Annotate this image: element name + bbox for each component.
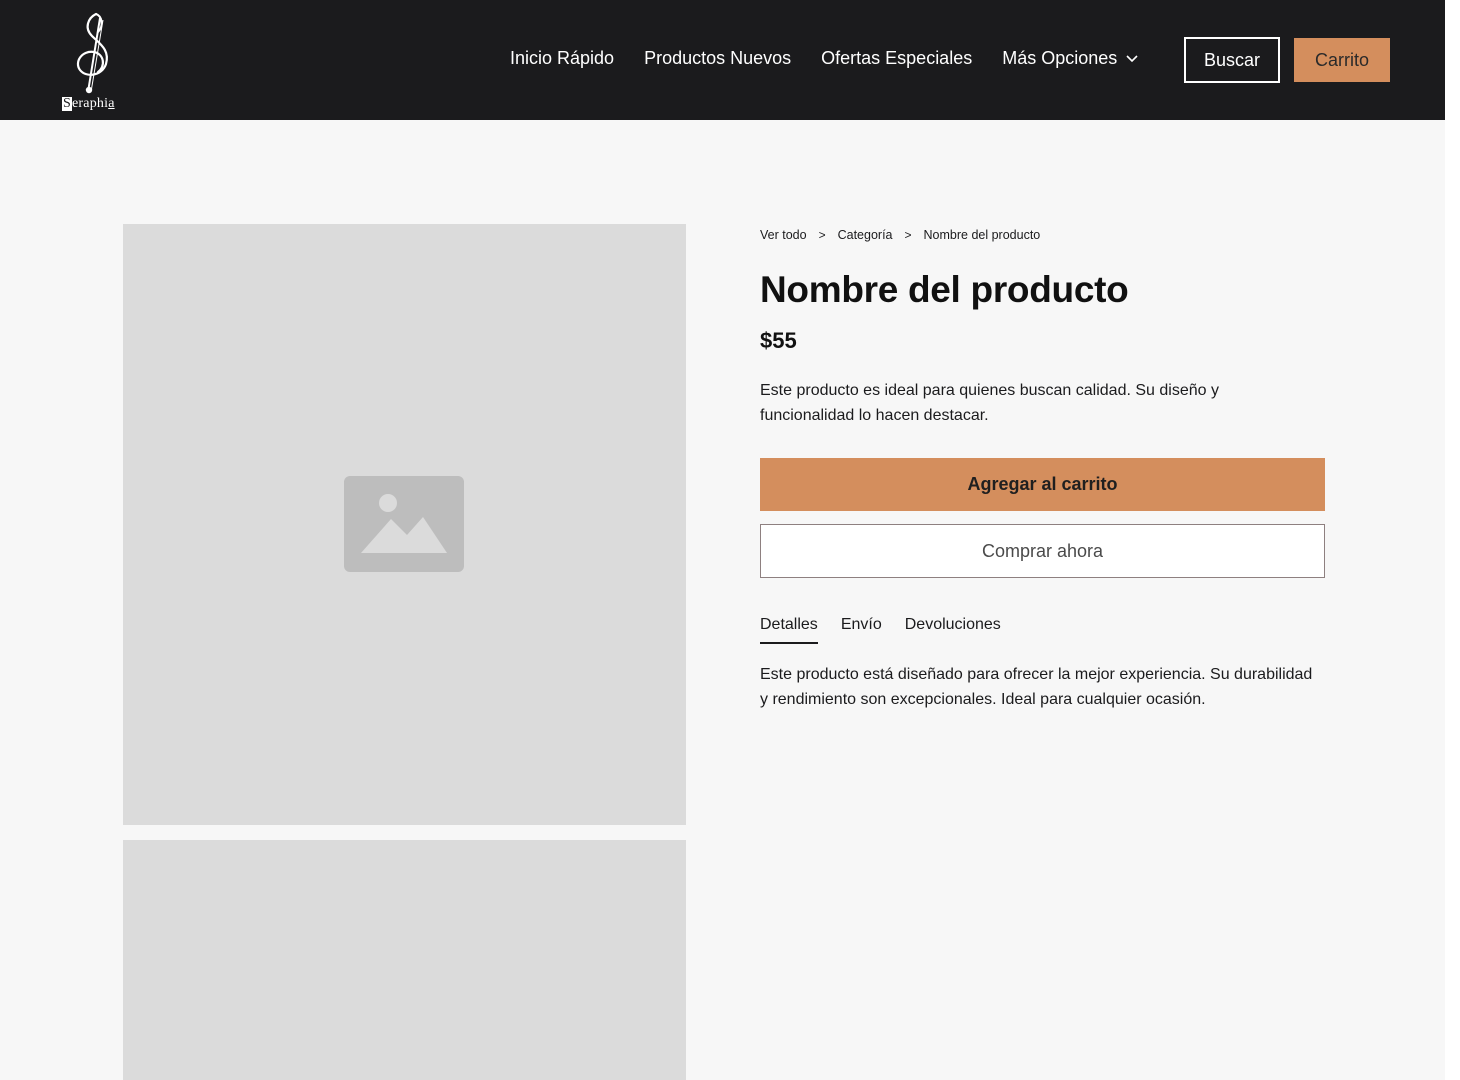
tab-detalles[interactable]: Detalles [760, 616, 818, 644]
product-title: Nombre del producto [760, 269, 1129, 310]
chevron-down-icon [1126, 54, 1138, 62]
tab-devoluciones[interactable]: Devoluciones [905, 616, 1001, 642]
top-navigation-bar: Seraphia Inicio Rápido Productos Nuevos … [0, 0, 1445, 120]
nav-more-label: Más Opciones [1002, 48, 1118, 68]
nav-more-options-dropdown[interactable]: Más Opciones [1002, 48, 1138, 69]
brand-logo[interactable]: Seraphia [58, 12, 132, 111]
add-to-cart-button[interactable]: Agregar al carrito [760, 458, 1325, 511]
breadcrumb-separator-icon: > [904, 228, 912, 242]
breadcrumb-categoria[interactable]: Categoría [838, 228, 893, 242]
image-placeholder-icon [344, 476, 464, 572]
page: Seraphia Inicio Rápido Productos Nuevos … [0, 0, 1445, 1080]
nav-link-productos-nuevos[interactable]: Productos Nuevos [644, 48, 791, 69]
search-button[interactable]: Buscar [1184, 37, 1280, 83]
brand-wordmark: Seraphia [62, 96, 115, 111]
product-info: Ver todo > Categoría > Nombre del produc… [760, 226, 1325, 712]
tab-panel-content: Este producto está diseñado para ofrecer… [760, 666, 1313, 708]
buy-now-button[interactable]: Comprar ahora [760, 524, 1325, 578]
product-tabs: Detalles Envío Devoluciones [760, 616, 1325, 648]
breadcrumb-separator-icon: > [818, 228, 826, 242]
product-image-secondary[interactable] [123, 840, 686, 1080]
product-description: Este producto es ideal para quienes busc… [760, 382, 1219, 424]
cart-button[interactable]: Carrito [1294, 38, 1390, 82]
nav-link-ofertas-especiales[interactable]: Ofertas Especiales [821, 48, 972, 69]
breadcrumb-ver-todo[interactable]: Ver todo [760, 228, 807, 242]
breadcrumb-current-product: Nombre del producto [923, 228, 1041, 242]
product-price: $55 [760, 328, 797, 353]
main-nav: Inicio Rápido Productos Nuevos Ofertas E… [510, 48, 1138, 69]
product-image-main[interactable] [123, 224, 686, 825]
breadcrumb: Ver todo > Categoría > Nombre del produc… [760, 226, 1325, 244]
nav-link-inicio-rapido[interactable]: Inicio Rápido [510, 48, 614, 69]
treble-clef-logo-icon [76, 12, 108, 94]
tab-envio[interactable]: Envío [841, 616, 882, 642]
